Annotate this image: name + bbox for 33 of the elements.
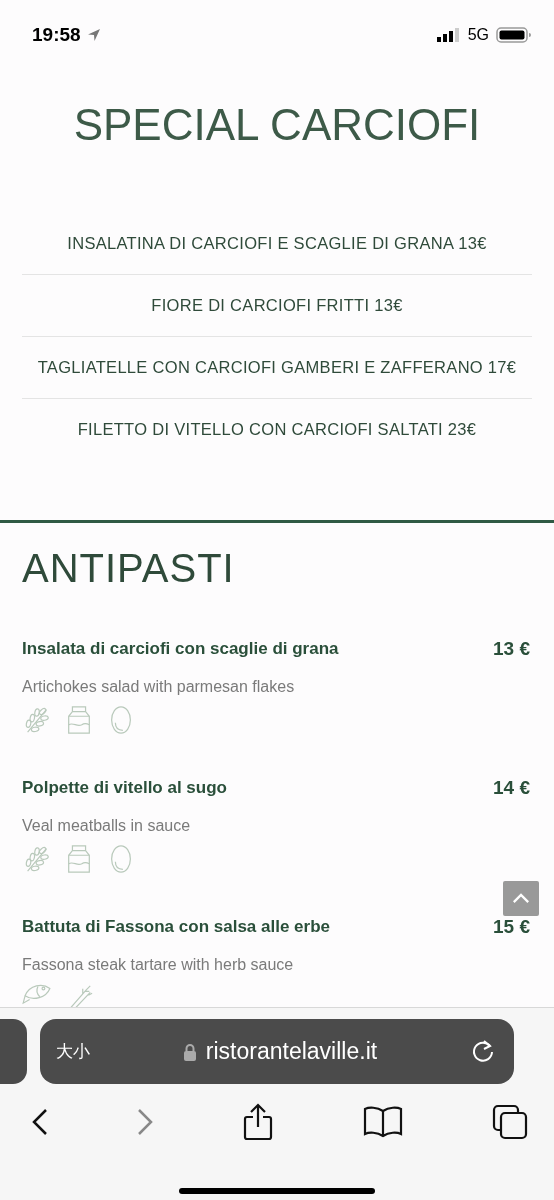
- network-label: 5G: [467, 26, 489, 44]
- battery-icon: [496, 27, 532, 43]
- dish-description: Artichokes salad with parmesan flakes: [22, 678, 296, 696]
- reload-icon[interactable]: [470, 1038, 496, 1065]
- clock-time: 19:58: [32, 24, 81, 46]
- share-icon[interactable]: [242, 1103, 274, 1141]
- tab-preview[interactable]: [0, 1019, 27, 1084]
- dish-name: Battuta di Fassona con salsa alle erbe: [22, 917, 330, 937]
- back-to-top-button[interactable]: [503, 881, 539, 916]
- back-icon[interactable]: [32, 1108, 48, 1136]
- menu-item-text: TAGLIATELLE CON CARCIOFI GAMBERI E ZAFFERANO 17€: [37, 358, 517, 377]
- chevron-up-icon: [512, 893, 530, 904]
- signal-icon: [436, 28, 461, 42]
- menu-item-text: INSALATINA DI CARCIOFI E SCAGLIE DI GRANA 13€: [67, 234, 487, 253]
- dish-price: 13 €: [493, 638, 530, 660]
- tabs-icon[interactable]: [492, 1104, 528, 1140]
- dish-price: 15 €: [493, 916, 530, 938]
- book-icon[interactable]: [363, 1106, 403, 1138]
- address-bar[interactable]: 大小 ristorantelaville.it: [40, 1019, 514, 1084]
- menu-item-text: FILETTO DI VITELLO CON CARCIOFI SALTATI 23€: [77, 420, 477, 439]
- url-text: ristorantelaville.it: [205, 1038, 378, 1065]
- fish-icon: [22, 982, 52, 1005]
- section-heading: SPECIAL CARCIOFI: [72, 99, 482, 151]
- text-size-button[interactable]: 大小: [56, 1040, 90, 1063]
- dish-price: 14 €: [493, 777, 530, 799]
- dish-name: Insalata di carciofi con scaglie di grana: [22, 639, 339, 659]
- menu-item-text: FIORE DI CARCIOFI FRITTI 13€: [151, 296, 403, 315]
- lock-icon: [182, 1042, 197, 1061]
- dish-description: Fassona steak tartare with herb sauce: [22, 956, 295, 974]
- section-heading: ANTIPASTI: [22, 545, 236, 592]
- location-arrow-icon: [86, 28, 101, 42]
- dish-description: Veal meatballs in sauce: [22, 817, 192, 835]
- dish-name: Polpette di vitello al sugo: [22, 778, 227, 798]
